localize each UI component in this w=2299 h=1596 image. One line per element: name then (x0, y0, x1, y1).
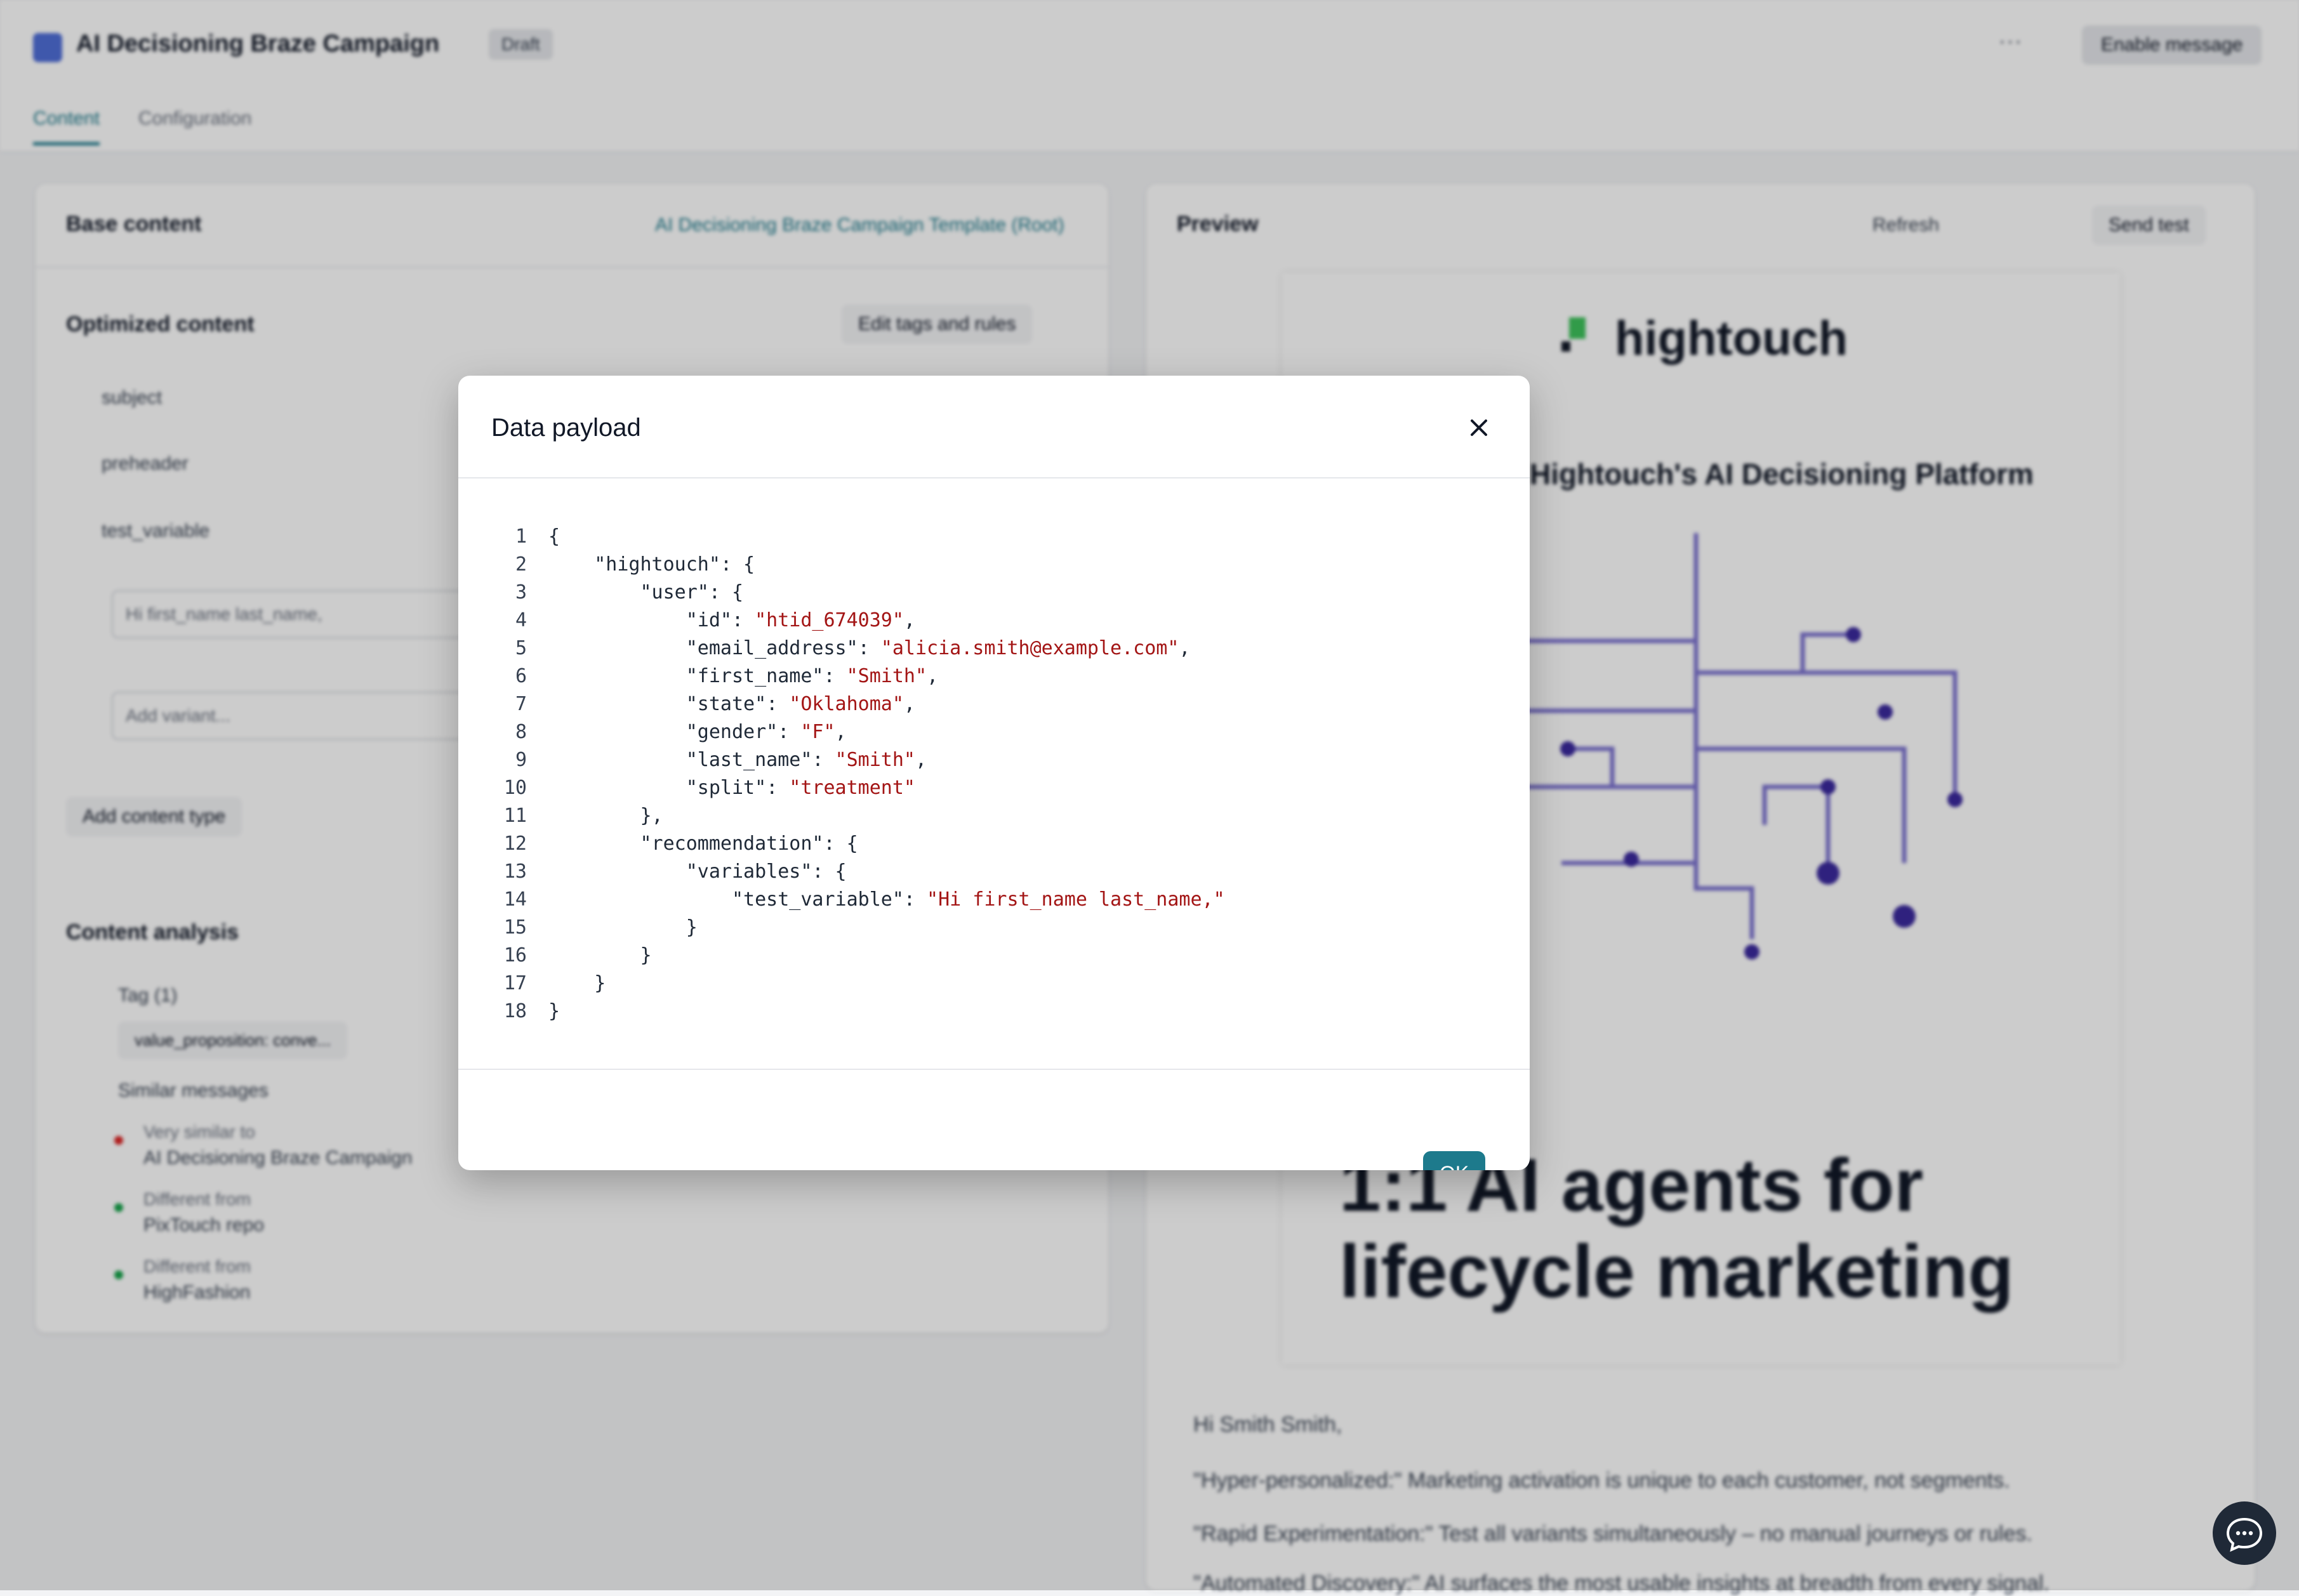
line-number: 6 (515, 665, 527, 687)
json-key: "user" (640, 581, 709, 603)
json-punctuation: : (766, 777, 790, 799)
chat-bubble-icon (2226, 1517, 2263, 1552)
json-punctuation: : { (812, 861, 847, 883)
json-key: "hightouch" (594, 553, 720, 576)
json-punctuation: } (686, 916, 698, 939)
line-number: 12 (503, 833, 527, 855)
json-code-block: 1{2 "hightouch": {3 "user": {4 "id": "ht… (458, 523, 1530, 1026)
json-punctuation: } (640, 944, 652, 966)
json-punctuation: , (927, 665, 939, 687)
code-line: 10 "split": "treatment" (458, 774, 1530, 802)
line-number: 2 (515, 553, 527, 576)
json-punctuation: : { (720, 553, 755, 576)
code-line: 18} (458, 998, 1530, 1026)
line-number: 16 (503, 944, 527, 966)
code-line: 5 "email_address": "alicia.smith@example… (458, 635, 1530, 663)
dialog-title: Data payload (491, 414, 641, 442)
close-icon (1471, 419, 1487, 436)
json-punctuation: : (766, 693, 790, 715)
line-number: 4 (515, 609, 527, 631)
code-line: 14 "test_variable": "Hi first_name last_… (458, 886, 1530, 914)
json-key: "last_name" (686, 749, 812, 771)
line-number: 14 (503, 888, 527, 911)
code-line: 4 "id": "htid_674039", (458, 607, 1530, 635)
json-punctuation: }, (640, 805, 663, 827)
json-key: "gender" (686, 721, 778, 743)
line-number: 7 (515, 693, 527, 715)
json-punctuation: , (1179, 637, 1191, 659)
code-line: 6 "first_name": "Smith", (458, 663, 1530, 690)
json-punctuation: : { (823, 833, 858, 855)
dialog-footer: OK (458, 1069, 1530, 1170)
ok-button[interactable]: OK (1423, 1151, 1486, 1170)
json-punctuation: : (778, 721, 801, 743)
json-punctuation: , (903, 693, 915, 715)
json-string: "Oklahoma" (789, 693, 904, 715)
json-punctuation: , (903, 609, 915, 631)
json-string: "F" (800, 721, 835, 743)
line-number: 11 (503, 805, 527, 827)
json-key: "email_address" (686, 637, 858, 659)
json-punctuation: : { (708, 581, 744, 603)
close-button[interactable] (1460, 409, 1498, 447)
line-number: 3 (515, 581, 527, 603)
json-punctuation: { (548, 525, 560, 548)
code-line: 17 } (458, 970, 1530, 998)
code-line: 11 }, (458, 802, 1530, 830)
json-punctuation: : (858, 637, 881, 659)
json-punctuation: : (732, 609, 755, 631)
code-line: 7 "state": "Oklahoma", (458, 690, 1530, 718)
code-line: 15 } (458, 914, 1530, 942)
json-punctuation: : (903, 888, 927, 911)
line-number: 9 (515, 749, 527, 771)
line-number: 18 (503, 1000, 527, 1022)
json-string: "Smith" (846, 665, 927, 687)
json-punctuation: } (594, 972, 606, 994)
json-key: "id" (686, 609, 732, 631)
code-line: 16 } (458, 942, 1530, 970)
code-line: 13 "variables": { (458, 858, 1530, 886)
json-key: "recommendation" (640, 833, 824, 855)
json-key: "split" (686, 777, 767, 799)
code-line: 12 "recommendation": { (458, 830, 1530, 858)
line-number: 5 (515, 637, 527, 659)
json-key: "first_name" (686, 665, 824, 687)
json-punctuation: : (812, 749, 835, 771)
data-payload-dialog: Data payload 1{2 "hightouch": {3 "user":… (458, 376, 1530, 1170)
json-punctuation: : (823, 665, 847, 687)
dialog-header: Data payload (458, 376, 1530, 478)
json-string: "alicia.smith@example.com" (880, 637, 1179, 659)
json-string: "Smith" (835, 749, 915, 771)
json-string: "Hi first_name last_name," (927, 888, 1225, 911)
code-line: 3 "user": { (458, 579, 1530, 607)
json-string: "htid_674039" (755, 609, 904, 631)
code-line: 9 "last_name": "Smith", (458, 746, 1530, 774)
code-line: 8 "gender": "F", (458, 718, 1530, 746)
json-key: "variables" (686, 861, 812, 883)
json-punctuation: } (548, 1000, 560, 1022)
line-number: 1 (515, 525, 527, 548)
line-number: 10 (503, 777, 527, 799)
json-key: "state" (686, 693, 767, 715)
line-number: 17 (503, 972, 527, 994)
line-number: 13 (503, 861, 527, 883)
json-punctuation: , (915, 749, 927, 771)
json-string: "treatment" (789, 777, 915, 799)
line-number: 15 (503, 916, 527, 939)
chat-launcher-button[interactable] (2213, 1501, 2276, 1565)
code-line: 1{ (458, 523, 1530, 551)
json-key: "test_variable" (731, 888, 904, 911)
code-line: 2 "hightouch": { (458, 551, 1530, 579)
json-punctuation: , (835, 721, 847, 743)
line-number: 8 (515, 721, 527, 743)
